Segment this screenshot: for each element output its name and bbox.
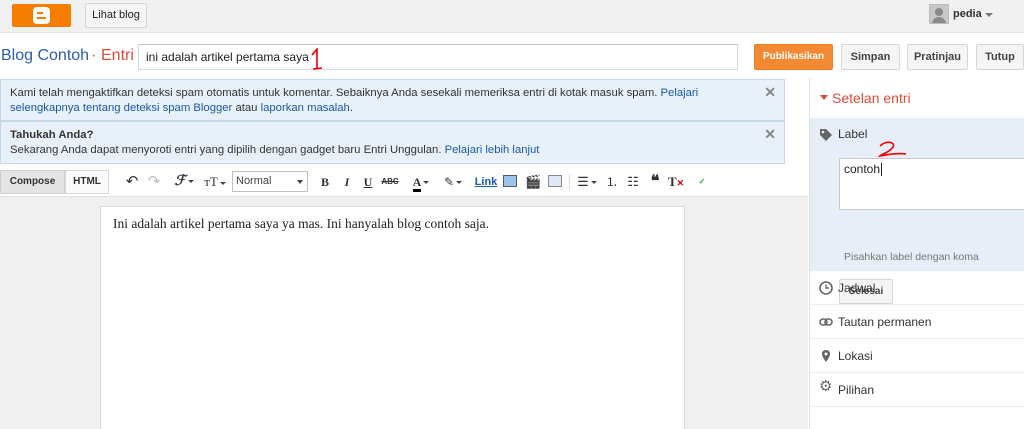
breadcrumb-separator: · xyxy=(91,47,97,64)
notice-message: Sekarang Anda dapat menyoroti entri yang… xyxy=(10,144,445,156)
toolbar-divider xyxy=(569,174,570,190)
link-button[interactable]: Link xyxy=(474,172,498,192)
label-input-value: contoh xyxy=(844,162,881,176)
notice-title: Tahukah Anda? xyxy=(10,129,94,141)
remove-formatting-icon[interactable]: T✕ xyxy=(668,172,684,192)
settings-item-options[interactable]: ⚙ Pilihan xyxy=(810,373,1024,407)
align-icon[interactable]: ☰ xyxy=(574,172,600,192)
undo-icon[interactable]: ↶ xyxy=(124,172,140,192)
font-family-icon[interactable]: ℱ xyxy=(171,172,197,192)
label-section-title[interactable]: Label xyxy=(838,127,867,141)
preview-button[interactable]: Pratinjau xyxy=(907,44,968,70)
strikethrough-button[interactable]: ABC xyxy=(381,172,399,192)
highlight-color-icon[interactable]: ✎ xyxy=(440,172,466,192)
post-body-text[interactable]: Ini adalah artikel pertama saya ya mas. … xyxy=(113,216,489,232)
did-you-know-notice: Tahukah Anda? Sekarang Anda dapat menyoro… xyxy=(0,121,785,164)
settings-item-label: Jadwal xyxy=(838,281,876,295)
annotation-marker-2 xyxy=(877,141,907,158)
breadcrumb-entry: Entri xyxy=(101,47,134,64)
notice-message: Kami telah mengaktifkan deteksi spam oto… xyxy=(10,87,661,99)
link-icon xyxy=(819,318,833,326)
post-body-editor[interactable]: Ini adalah artikel pertama saya ya mas. … xyxy=(100,206,685,429)
settings-item-location[interactable]: Lokasi xyxy=(810,339,1024,373)
close-button[interactable]: Tutup xyxy=(976,44,1024,70)
post-settings-header[interactable]: Setelan entri xyxy=(810,78,1024,118)
chevron-down-icon xyxy=(297,180,303,184)
post-title-input[interactable]: ini adalah artikel pertama saya xyxy=(138,44,738,70)
location-pin-icon xyxy=(822,350,830,362)
save-button[interactable]: Simpan xyxy=(841,44,900,70)
notice-period: . xyxy=(349,102,353,114)
font-size-icon[interactable]: ᴛT xyxy=(201,172,229,192)
insert-video-icon[interactable]: 🎬 xyxy=(525,172,541,192)
tab-html[interactable]: HTML xyxy=(65,170,109,194)
notice-text: Kami telah mengaktifkan deteksi spam oto… xyxy=(10,86,750,116)
close-icon[interactable]: ✕ xyxy=(764,126,776,143)
learn-more-link[interactable]: Pelajari lebih lanjut xyxy=(445,144,540,156)
bullet-list-icon[interactable]: ☷ xyxy=(625,172,641,192)
label-input[interactable]: contoh xyxy=(839,158,1024,210)
username[interactable]: pedia xyxy=(953,8,982,20)
text-color-icon[interactable]: A xyxy=(407,172,435,192)
numbered-list-icon[interactable]: ⒈ xyxy=(604,172,620,192)
label-hint: Pisahkan label dengan koma xyxy=(844,251,979,263)
editor-toolbar: Compose HTML ↶ ↷ ℱ ᴛT Normal B I U ABC A… xyxy=(0,170,808,194)
report-problem-link[interactable]: laporkan masalah xyxy=(261,102,350,114)
settings-item-label: Tautan permanen xyxy=(838,315,932,329)
gear-icon: ⚙ xyxy=(819,378,833,395)
underline-button[interactable]: U xyxy=(361,172,375,192)
spellcheck-icon[interactable]: ✓ xyxy=(693,172,711,192)
annotation-marker-1 xyxy=(311,48,323,70)
top-bar: Lihat blog pedia xyxy=(0,0,1024,33)
view-blog-button[interactable]: Lihat blog xyxy=(85,3,147,28)
blogger-icon xyxy=(33,7,50,24)
insert-jump-break-icon[interactable] xyxy=(548,175,562,187)
insert-image-icon[interactable] xyxy=(503,175,517,187)
notice-text: Tahukah Anda? Sekarang Anda dapat menyoro… xyxy=(10,128,750,158)
chevron-down-icon[interactable] xyxy=(985,13,993,17)
notice-conjunction: atau xyxy=(232,102,261,114)
blog-name[interactable]: Blog Contoh xyxy=(1,47,89,65)
post-settings-title: Setelan entri xyxy=(832,90,911,106)
heading-select[interactable]: Normal xyxy=(232,171,308,192)
chevron-down-icon xyxy=(820,95,828,100)
tab-compose[interactable]: Compose xyxy=(0,170,65,194)
quote-icon[interactable]: ❝ xyxy=(647,172,663,192)
settings-item-schedule[interactable]: Jadwal xyxy=(810,271,1024,305)
redo-icon[interactable]: ↷ xyxy=(146,172,162,192)
bold-button[interactable]: B xyxy=(318,172,332,192)
settings-item-label: Lokasi xyxy=(838,349,873,363)
clock-icon xyxy=(819,281,833,295)
close-icon[interactable]: ✕ xyxy=(764,84,776,101)
publish-button[interactable]: Publikasikan xyxy=(754,44,833,70)
text-cursor xyxy=(881,163,883,177)
post-settings-panel: Setelan entri Label contoh Pisahkan labe… xyxy=(809,78,1024,429)
italic-button[interactable]: I xyxy=(340,172,354,192)
settings-item-label: Pilihan xyxy=(838,383,875,397)
avatar[interactable] xyxy=(929,4,949,24)
tag-icon xyxy=(820,129,832,141)
spam-detection-notice: Kami telah mengaktifkan deteksi spam oto… xyxy=(0,79,785,121)
settings-item-permalink[interactable]: Tautan permanen xyxy=(810,305,1024,339)
blogger-logo[interactable] xyxy=(12,4,71,27)
heading-select-value: Normal xyxy=(236,175,272,187)
